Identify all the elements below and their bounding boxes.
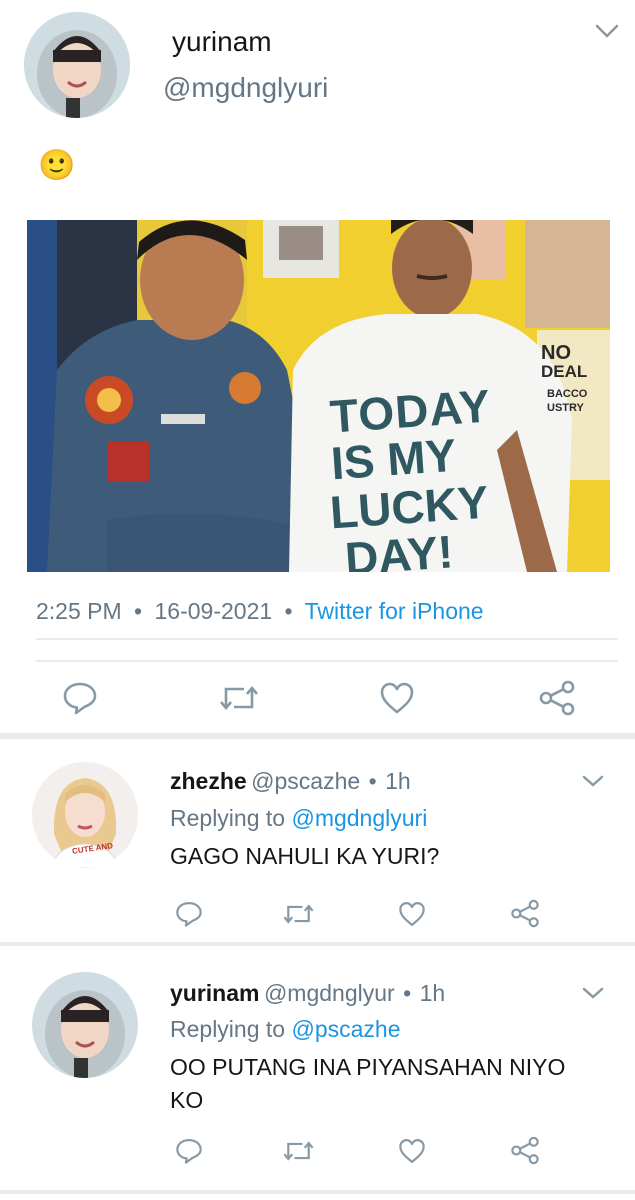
tweet-date: 16-09-2021: [154, 598, 273, 624]
reply-age: 1h: [385, 768, 411, 794]
replying-to-line: Replying to @pscazhe: [170, 1016, 400, 1043]
meta-separator: •: [403, 980, 412, 1006]
tweet-text: 🙂: [38, 149, 76, 182]
share-icon[interactable]: [510, 899, 540, 928]
section-divider: [0, 733, 635, 739]
display-name[interactable]: yurinam: [172, 26, 272, 58]
avatar-image: [32, 972, 138, 1078]
avatar[interactable]: [24, 12, 130, 118]
replying-prefix: Replying to: [170, 1016, 286, 1042]
reply-header: yurinam @mgdnglyur • 1h: [170, 980, 445, 1007]
chevron-down-icon[interactable]: [580, 772, 606, 790]
replying-to-handle[interactable]: @pscazhe: [291, 1016, 400, 1042]
shirt-text-4: DAY!: [343, 525, 455, 572]
chevron-down-icon[interactable]: [594, 22, 620, 40]
like-icon[interactable]: [379, 681, 415, 715]
retweet-icon[interactable]: [282, 1137, 315, 1165]
sign-text-4: USTRY: [547, 402, 584, 414]
section-divider: [0, 942, 635, 946]
retweet-icon[interactable]: [218, 681, 260, 715]
reply-icon[interactable]: [175, 1137, 203, 1165]
section-divider: [0, 1190, 635, 1194]
tweet-meta: 2:25 PM • 16-09-2021 • Twitter for iPhon…: [36, 598, 484, 625]
reply-header: zhezhe @pscazhe • 1h: [170, 768, 411, 795]
reply-handle[interactable]: @pscazhe: [251, 768, 360, 794]
replying-to-line: Replying to @mgdnglyuri: [170, 805, 427, 832]
photo-illustration: [27, 220, 610, 572]
reply-display-name[interactable]: yurinam: [170, 980, 259, 1006]
tweet-source[interactable]: Twitter for iPhone: [305, 598, 484, 624]
reply-display-name[interactable]: zhezhe: [170, 768, 247, 794]
user-handle[interactable]: @mgdnglyuri: [163, 72, 328, 104]
tweet-time: 2:25 PM: [36, 598, 122, 624]
divider: [36, 660, 618, 662]
reply-avatar[interactable]: [32, 972, 138, 1078]
reply-text-line-2: KO: [170, 1087, 204, 1113]
like-icon[interactable]: [398, 1137, 426, 1165]
meta-separator: •: [368, 768, 377, 794]
retweet-icon[interactable]: [282, 900, 315, 928]
replying-prefix: Replying to: [170, 805, 286, 831]
tweet-photo[interactable]: TODAY IS MY LUCKY DAY! NO DEAL BACCO UST…: [27, 220, 610, 572]
replying-to-handle[interactable]: @mgdnglyuri: [291, 805, 427, 831]
reply-age: 1h: [419, 980, 446, 1006]
sign-text-3: BACCO: [547, 388, 588, 400]
divider: [36, 638, 618, 640]
reply-icon[interactable]: [175, 900, 203, 928]
reply-handle[interactable]: @mgdnglyur: [264, 980, 395, 1006]
avatar-image: [24, 12, 130, 118]
share-icon[interactable]: [510, 1136, 540, 1165]
share-icon[interactable]: [538, 680, 576, 716]
like-icon[interactable]: [398, 900, 426, 928]
chevron-down-icon[interactable]: [580, 984, 606, 1002]
sign-text-2: DEAL: [541, 362, 588, 381]
reply-icon[interactable]: [62, 681, 98, 715]
meta-separator: •: [134, 598, 143, 624]
reply-text: GAGO NAHULI KA YURI?: [170, 843, 440, 869]
reply-avatar[interactable]: CUTE AND: [32, 762, 138, 868]
meta-separator: •: [284, 598, 293, 624]
reply-text-line-1: OO PUTANG INA PIYANSAHAN NIYO: [170, 1054, 566, 1080]
